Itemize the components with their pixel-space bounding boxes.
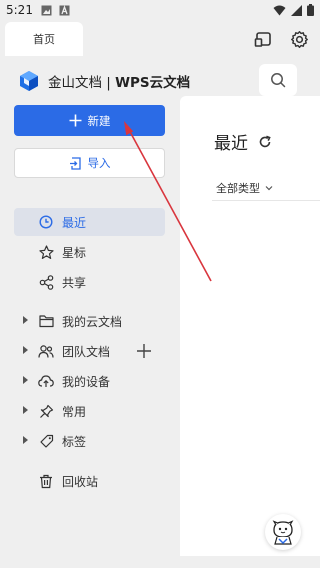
refresh-icon[interactable] xyxy=(258,135,272,149)
main-panel: 最近 全部类型 xyxy=(180,96,320,556)
status-bar: 5:21 xyxy=(0,0,320,22)
brand: 金山文档 | WPS云文档 xyxy=(18,68,190,94)
cloud-upload-icon xyxy=(38,375,54,387)
expand-caret-icon[interactable] xyxy=(23,316,28,324)
sidebar-item-label: 标签 xyxy=(62,434,87,449)
expand-caret-icon[interactable] xyxy=(23,436,28,444)
page-title: 最近 xyxy=(214,129,272,154)
tab-strip: 首页 xyxy=(0,22,320,56)
clock-icon xyxy=(39,215,53,229)
folder-icon xyxy=(38,315,54,328)
brand-name: 金山文档 | WPS云文档 xyxy=(48,71,190,91)
search-button[interactable] xyxy=(259,64,297,96)
share-icon xyxy=(39,274,53,290)
filter-divider xyxy=(212,200,320,201)
import-button[interactable]: 导入 xyxy=(14,148,165,178)
cast-screen-button[interactable] xyxy=(252,28,274,50)
sidebar-item-label: 共享 xyxy=(62,275,87,290)
gallery-notification-icon xyxy=(41,5,52,16)
cast-icon xyxy=(254,32,271,47)
sidebar-item-label: 团队文档 xyxy=(62,344,111,359)
settings-button[interactable] xyxy=(288,28,310,50)
sidebar-item-label: 我的设备 xyxy=(62,374,111,389)
search-icon xyxy=(271,73,286,88)
new-button[interactable]: 新建 xyxy=(14,105,165,136)
chevron-down-icon xyxy=(265,186,273,191)
expand-caret-icon[interactable] xyxy=(23,376,28,384)
sidebar-item-frequent[interactable]: 常用 xyxy=(14,397,165,425)
assistant-mascot-button[interactable] xyxy=(265,514,301,550)
sidebar-item-my-devices[interactable]: 我的设备 xyxy=(14,367,165,395)
signal-icon xyxy=(291,4,302,16)
type-filter-label: 全部类型 xyxy=(216,182,260,195)
sidebar-item-tags[interactable]: 标签 xyxy=(14,427,165,455)
app-notification-icon xyxy=(59,5,70,16)
tag-icon xyxy=(39,434,53,448)
gear-icon xyxy=(290,30,308,48)
page-title-text: 最近 xyxy=(214,134,248,154)
import-icon xyxy=(69,156,81,170)
sidebar-item-label: 星标 xyxy=(62,245,87,260)
sidebar-item-label: 常用 xyxy=(62,404,87,419)
sidebar-item-my-cloud[interactable]: 我的云文档 xyxy=(14,307,165,335)
wifi-icon xyxy=(273,5,286,15)
status-time: 5:21 xyxy=(6,3,33,17)
trash-icon xyxy=(40,474,52,488)
pin-icon xyxy=(39,404,53,418)
brand-name-part1: 金山文档 | xyxy=(48,75,116,91)
tab-home[interactable]: 首页 xyxy=(5,22,83,56)
brand-name-part2: WPS云文档 xyxy=(115,75,191,91)
mascot-icon xyxy=(272,520,294,545)
sidebar-item-starred[interactable]: 星标 xyxy=(14,238,165,266)
star-icon xyxy=(38,244,54,259)
new-button-label: 新建 xyxy=(87,113,111,128)
sidebar-item-team-docs[interactable]: 团队文档 xyxy=(14,337,165,365)
sidebar-item-trash[interactable]: 回收站 xyxy=(14,467,165,495)
expand-caret-icon[interactable] xyxy=(23,406,28,414)
sidebar-item-label: 回收站 xyxy=(62,474,99,489)
team-icon xyxy=(38,344,54,358)
sidebar-item-label: 我的云文档 xyxy=(62,314,123,329)
sidebar-item-shared[interactable]: 共享 xyxy=(14,268,165,296)
sidebar-item-label: 最近 xyxy=(62,215,87,230)
expand-caret-icon[interactable] xyxy=(23,346,28,354)
add-team-icon[interactable] xyxy=(135,342,153,360)
sidebar-item-recent[interactable]: 最近 xyxy=(14,208,165,236)
plus-icon xyxy=(69,114,81,127)
battery-icon xyxy=(307,4,314,16)
type-filter-dropdown[interactable]: 全部类型 xyxy=(216,180,273,196)
import-button-label: 导入 xyxy=(87,156,111,170)
kdocs-logo-icon xyxy=(20,71,38,91)
